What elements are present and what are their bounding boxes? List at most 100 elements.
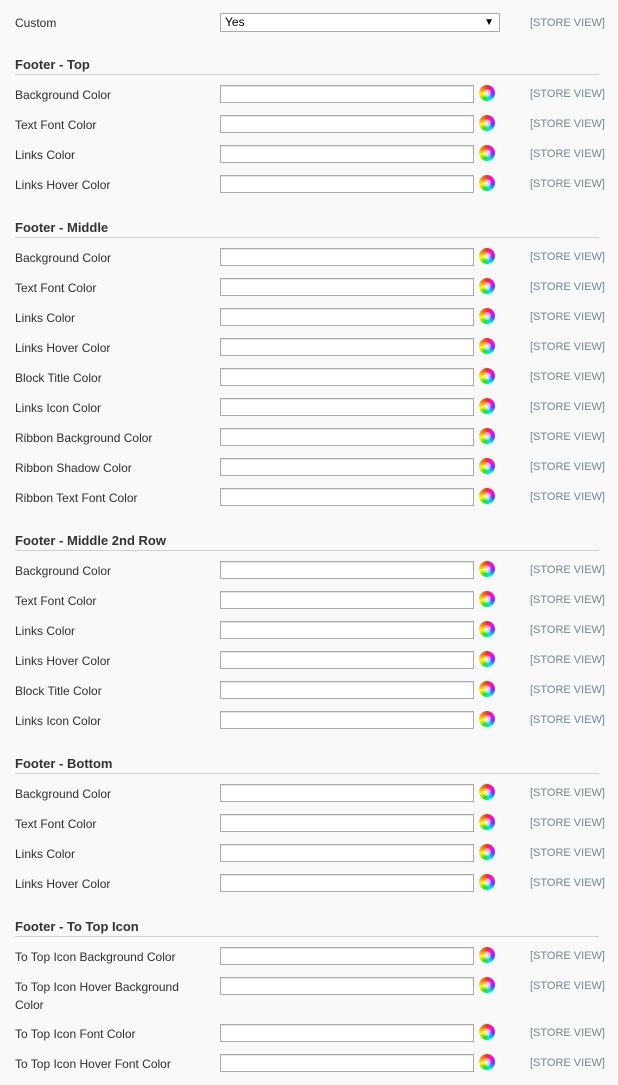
scope-label: [STORE VIEW] [530,787,605,799]
color-wheel-icon[interactable] [479,561,495,577]
color-wheel-icon[interactable] [479,844,495,860]
color-input[interactable] [220,977,474,995]
color-wheel-icon[interactable] [479,85,495,101]
custom-label: Custom [15,16,57,30]
color-wheel-icon[interactable] [479,711,495,727]
field-label: Background Color [15,787,112,801]
color-input[interactable] [220,844,474,862]
color-wheel-icon[interactable] [479,428,495,444]
color-input[interactable] [220,458,474,476]
field-label: Links Color [15,624,76,638]
color-wheel-icon[interactable] [479,947,495,963]
color-wheel-icon[interactable] [479,651,495,667]
scope-label: [STORE VIEW] [530,341,605,353]
field-label: Text Font Color [15,817,97,831]
color-input[interactable] [220,338,474,356]
field-label: To Top Icon Font Color [15,1027,136,1041]
color-input[interactable] [220,398,474,416]
scope-label: [STORE VIEW] [530,431,605,443]
section-title: Footer - Middle [15,220,109,235]
field-label: Links Icon Color [15,714,102,728]
color-input[interactable] [220,651,474,669]
color-input[interactable] [220,308,474,326]
color-wheel-icon[interactable] [479,1054,495,1070]
field-label: Block Title Color [15,684,102,698]
color-wheel-icon[interactable] [479,175,495,191]
field-label: Links Hover Color [15,654,111,668]
color-input[interactable] [220,621,474,639]
scope-label: [STORE VIEW] [530,461,605,473]
field-label: Ribbon Text Font Color [15,491,138,505]
color-input[interactable] [220,115,474,133]
color-wheel-icon[interactable] [479,308,495,324]
color-input[interactable] [220,488,474,506]
color-input[interactable] [220,85,474,103]
color-wheel-icon[interactable] [479,248,495,264]
field-label: Links Color [15,311,76,325]
color-input[interactable] [220,278,474,296]
section-divider [15,74,599,75]
section-divider [15,773,599,774]
color-wheel-icon[interactable] [479,338,495,354]
color-input[interactable] [220,428,474,446]
field-label: Text Font Color [15,594,97,608]
color-input[interactable] [220,784,474,802]
field-label: To Top Icon Hover Background Color [15,980,179,1012]
custom-select-value: Yes [225,15,245,29]
color-input[interactable] [220,368,474,386]
color-wheel-icon[interactable] [479,368,495,384]
scope-label: [STORE VIEW] [530,88,605,100]
scope-label: [STORE VIEW] [530,251,605,263]
field-label: Ribbon Background Color [15,431,153,445]
scope-label: [STORE VIEW] [530,654,605,666]
color-input[interactable] [220,248,474,266]
section-title: Footer - Top [15,57,90,72]
field-label: Text Font Color [15,281,97,295]
color-input[interactable] [220,681,474,699]
field-label: Links Color [15,847,76,861]
section-divider [15,550,599,551]
section-title: Footer - To Top Icon [15,919,139,934]
field-label: Background Color [15,564,112,578]
color-wheel-icon[interactable] [479,681,495,697]
color-wheel-icon[interactable] [479,814,495,830]
scope-label: [STORE VIEW] [530,311,605,323]
scope-label: [STORE VIEW] [530,817,605,829]
color-input[interactable] [220,175,474,193]
color-input[interactable] [220,561,474,579]
scope-label: [STORE VIEW] [530,980,605,992]
color-input[interactable] [220,814,474,832]
color-wheel-icon[interactable] [479,621,495,637]
color-wheel-icon[interactable] [479,458,495,474]
section-title: Footer - Middle 2nd Row [15,533,166,548]
color-input[interactable] [220,1024,474,1042]
color-wheel-icon[interactable] [479,488,495,504]
color-input[interactable] [220,947,474,965]
scope-label: [STORE VIEW] [530,847,605,859]
color-wheel-icon[interactable] [479,591,495,607]
scope-label: [STORE VIEW] [530,950,605,962]
color-wheel-icon[interactable] [479,977,495,993]
color-input[interactable] [220,591,474,609]
field-label: Background Color [15,251,112,265]
color-input[interactable] [220,874,474,892]
color-wheel-icon[interactable] [479,1024,495,1040]
color-wheel-icon[interactable] [479,398,495,414]
color-wheel-icon[interactable] [479,115,495,131]
color-input[interactable] [220,711,474,729]
color-wheel-icon[interactable] [479,784,495,800]
color-input[interactable] [220,145,474,163]
scope-label: [STORE VIEW] [530,564,605,576]
field-label: Links Hover Color [15,877,111,891]
color-input[interactable] [220,1054,474,1072]
scope-label: [STORE VIEW] [530,1057,605,1069]
scope-label: [STORE VIEW] [530,714,605,726]
field-label: To Top Icon Hover Font Color [15,1057,171,1071]
color-wheel-icon[interactable] [479,278,495,294]
custom-select[interactable]: Yes ▼ [220,13,500,32]
scope-label: [STORE VIEW] [530,281,605,293]
scope-label: [STORE VIEW] [530,148,605,160]
field-label: To Top Icon Background Color [15,950,176,964]
color-wheel-icon[interactable] [479,145,495,161]
color-wheel-icon[interactable] [479,874,495,890]
